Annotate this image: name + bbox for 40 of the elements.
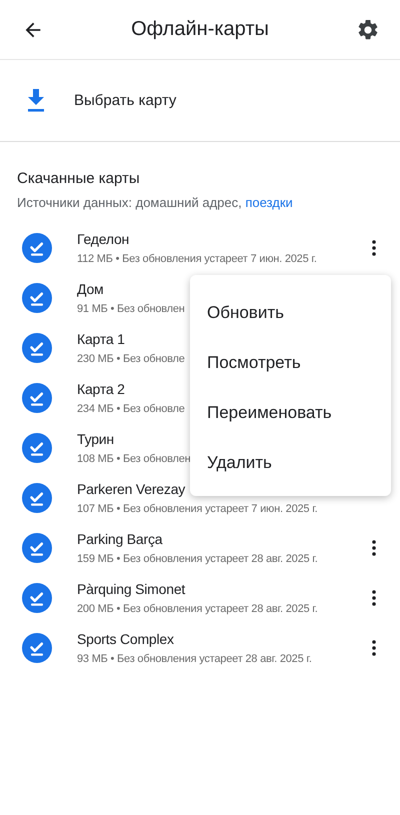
section-title: Скачанные карты (16, 169, 141, 187)
map-name: Дом (77, 281, 104, 297)
map-details: 107 МБ • Без обновления устареет 7 июн. 2025 г. (77, 503, 318, 515)
menu-item[interactable]: Посмотреть (190, 338, 391, 388)
downloaded-check-icon (22, 583, 52, 613)
downloaded-check-icon (22, 533, 52, 563)
map-details: 200 МБ • Без обновления устареет 28 авг. 2025 г. (77, 603, 318, 615)
more-vert-icon (372, 540, 376, 556)
downloaded-check-icon (22, 233, 52, 263)
map-name: Геделон (77, 231, 130, 247)
more-vert-icon (372, 590, 376, 606)
downloaded-check-icon (22, 483, 52, 513)
settings-button[interactable] (356, 18, 380, 42)
map-details: 230 МБ • Без обновле (77, 353, 185, 365)
more-vert-icon (372, 240, 376, 256)
map-details: 108 МБ • Без обновлен (77, 453, 191, 465)
map-details: 93 МБ • Без обновления устареет 28 авг. 2025 г. (77, 653, 312, 665)
trips-link[interactable]: поездки (245, 195, 293, 210)
map-name: Турин (77, 431, 114, 447)
downloaded-check-icon (22, 283, 52, 313)
more-vert-icon (372, 640, 376, 656)
menu-item[interactable]: Удалить (190, 438, 391, 488)
downloaded-check-icon (22, 333, 52, 363)
map-details: 234 МБ • Без обновле (77, 403, 185, 415)
downloaded-check-icon (22, 383, 52, 413)
map-details: 159 МБ • Без обновления устареет 28 авг. 2025 г. (77, 553, 318, 565)
map-name: Parking Barça (77, 531, 162, 547)
downloaded-check-icon (22, 433, 52, 463)
data-sources-text: Источники данных: домашний адрес, (17, 195, 243, 210)
map-name: Карта 1 (77, 331, 125, 347)
menu-item[interactable]: Переименовать (190, 388, 391, 438)
map-name: Pàrquing Simonet (77, 581, 186, 597)
map-name: Parkeren Verezay (77, 481, 186, 497)
downloaded-check-icon (22, 633, 52, 663)
map-details: 91 МБ • Без обновлен (77, 303, 185, 315)
menu-item[interactable]: Обновить (190, 288, 391, 338)
page-title: Офлайн-карты (131, 18, 269, 41)
map-name: Sports Complex (77, 631, 174, 647)
map-name: Карта 2 (77, 381, 125, 397)
map-details: 112 МБ • Без обновления устареет 7 июн. 2025 г. (77, 253, 317, 265)
